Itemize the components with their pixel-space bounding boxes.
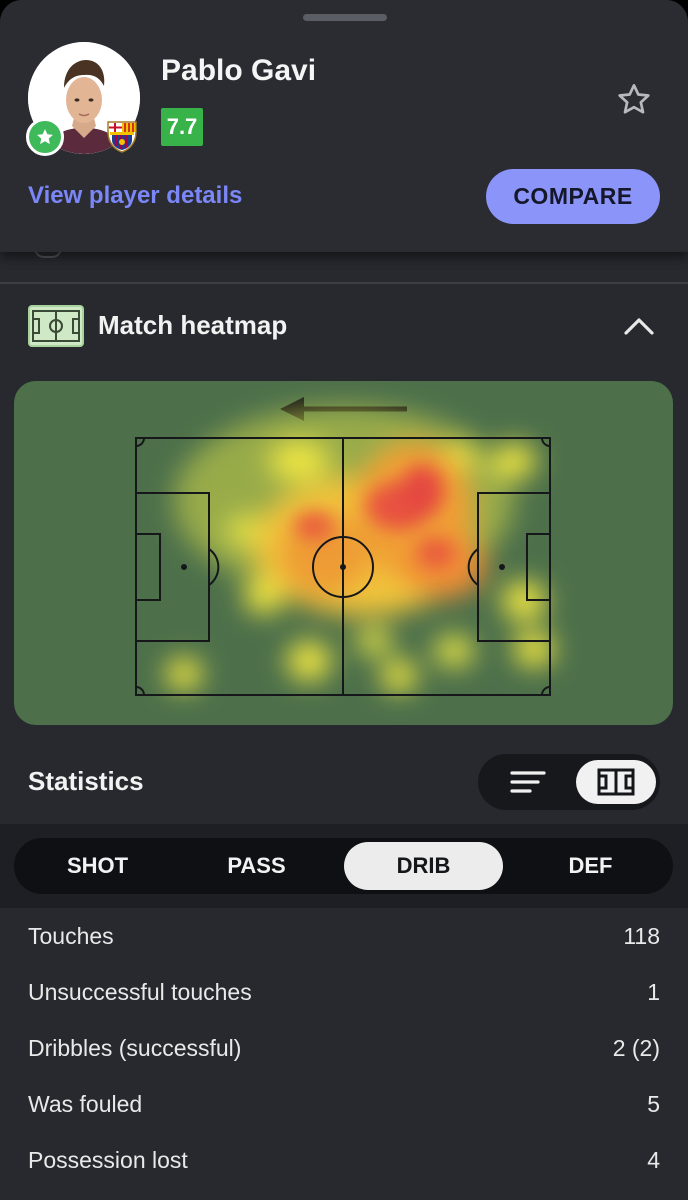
player-rating-badge: 7.7 bbox=[161, 108, 203, 146]
player-name: Pablo Gavi bbox=[161, 54, 317, 87]
stat-value: 2 (2) bbox=[612, 1034, 660, 1061]
stats-tabs: SHOT PASS DRIB DEF bbox=[14, 838, 673, 894]
stat-row: Unsuccessful touches 1 bbox=[0, 964, 688, 1020]
favorite-badge-icon bbox=[26, 118, 64, 156]
stat-row: Touches 118 bbox=[0, 908, 688, 964]
view-player-details-link[interactable]: View player details bbox=[28, 182, 242, 210]
stats-view-toggle bbox=[478, 754, 660, 810]
stat-value: 1 bbox=[647, 978, 660, 1005]
player-bottom-sheet: Pablo Gavi 7.7 View player details COMPA… bbox=[0, 0, 688, 1200]
pitch-view-button[interactable] bbox=[576, 760, 656, 804]
heatmap-title: Match heatmap bbox=[98, 310, 288, 340]
stat-value: 5 bbox=[647, 1090, 660, 1117]
heatmap-pitch-icon bbox=[28, 305, 84, 347]
tab-def[interactable]: DEF bbox=[511, 842, 670, 890]
heat-blobs bbox=[166, 406, 554, 692]
club-crest-icon bbox=[104, 118, 140, 154]
heatmap-pitch bbox=[14, 381, 673, 725]
stat-label: Touches bbox=[28, 922, 114, 949]
list-view-icon bbox=[510, 771, 546, 793]
stat-value: 118 bbox=[623, 922, 660, 949]
pitch-view-icon bbox=[597, 768, 635, 796]
player-header: Pablo Gavi 7.7 View player details COMPA… bbox=[0, 0, 688, 252]
sheet-grabber[interactable] bbox=[303, 14, 387, 21]
tab-shot[interactable]: SHOT bbox=[18, 842, 177, 890]
stats-tabs-band: SHOT PASS DRIB DEF bbox=[0, 824, 688, 908]
stat-label: Dribbles (successful) bbox=[28, 1034, 242, 1061]
stats-list: Touches 118 Unsuccessful touches 1 Dribb… bbox=[0, 908, 688, 1188]
stat-label: Was fouled bbox=[28, 1090, 143, 1117]
stat-row: Was fouled 5 bbox=[0, 1076, 688, 1132]
stat-value: 4 bbox=[647, 1146, 660, 1173]
list-view-button[interactable] bbox=[488, 760, 568, 804]
stat-row: Possession lost 4 bbox=[0, 1132, 688, 1188]
star-outline-icon[interactable] bbox=[614, 80, 654, 120]
stat-row: Dribbles (successful) 2 (2) bbox=[0, 1020, 688, 1076]
chevron-up-icon[interactable] bbox=[622, 312, 656, 340]
compare-button[interactable]: COMPARE bbox=[486, 169, 660, 224]
statistics-title: Statistics bbox=[28, 766, 144, 796]
stat-label: Possession lost bbox=[28, 1146, 188, 1173]
tab-drib[interactable]: DRIB bbox=[344, 842, 503, 890]
stat-label: Unsuccessful touches bbox=[28, 978, 252, 1005]
tab-pass[interactable]: PASS bbox=[177, 842, 336, 890]
section-divider bbox=[0, 282, 688, 284]
